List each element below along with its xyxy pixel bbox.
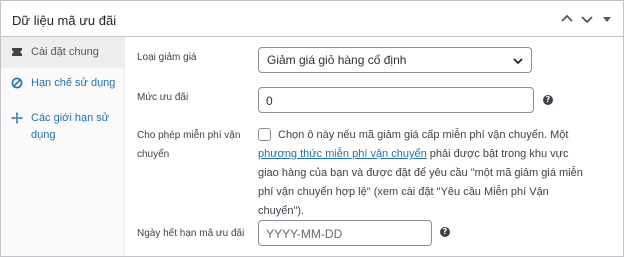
general-settings-form: Loại giảm giá Giảm giá giỏ hàng cố định … xyxy=(125,37,623,256)
tab-general[interactable]: Cài đặt chung xyxy=(1,37,125,68)
tab-label: Hạn chế sử dụng xyxy=(31,77,116,89)
sidebar-tabs: Cài đặt chung Hạn chế sử dụng Các giới h… xyxy=(1,37,125,256)
expiry-date-input[interactable]: YYYY-MM-DD xyxy=(258,220,432,246)
help-icon[interactable]: ? xyxy=(440,227,450,237)
ticket-icon xyxy=(11,44,23,61)
free-shipping-label: Cho phép miễn phí vận chuyển xyxy=(137,130,241,160)
amount-value: 0 xyxy=(266,94,273,108)
move-icon xyxy=(11,110,23,127)
caret-down-icon[interactable] xyxy=(597,9,617,29)
block-icon xyxy=(11,75,23,92)
amount-label: Mức ưu đãi xyxy=(137,92,189,103)
panel-header: Dữ liệu mã ưu đãi xyxy=(1,1,623,37)
discount-type-select[interactable]: Giảm giá giỏ hàng cố định xyxy=(258,47,532,73)
expiry-date-placeholder: YYYY-MM-DD xyxy=(266,227,343,241)
tab-usage-restriction[interactable]: Hạn chế sử dụng xyxy=(1,75,125,92)
tab-label: Các giới hạn sử dụng xyxy=(31,112,110,141)
chevron-down-icon[interactable] xyxy=(577,9,597,29)
tab-label: Cài đặt chung xyxy=(31,46,99,58)
tab-usage-limits[interactable]: Các giới hạn sử dụng xyxy=(1,110,111,144)
free-shipping-method-link[interactable]: phương thức miễn phí vận chuyển xyxy=(258,148,427,160)
free-shipping-text-before: Chọn ô này nếu mã giảm giá cấp miễn phí … xyxy=(278,129,569,141)
chevron-down-icon xyxy=(512,55,524,70)
help-icon[interactable]: ? xyxy=(543,95,553,105)
panel-title: Dữ liệu mã ưu đãi xyxy=(12,13,117,28)
expiry-date-label: Ngày hết hạn mã ưu đãi xyxy=(137,228,245,239)
chevron-up-icon[interactable] xyxy=(557,9,577,29)
coupon-data-panel: Dữ liệu mã ưu đãi Cài đặt chung Hạn chế … xyxy=(0,0,624,257)
amount-input[interactable]: 0 xyxy=(258,87,534,113)
free-shipping-description: Chọn ô này nếu mã giảm giá cấp miễn phí … xyxy=(258,126,588,221)
discount-type-label: Loại giảm giá xyxy=(137,52,197,63)
discount-type-value: Giảm giá giỏ hàng cố định xyxy=(267,53,407,67)
